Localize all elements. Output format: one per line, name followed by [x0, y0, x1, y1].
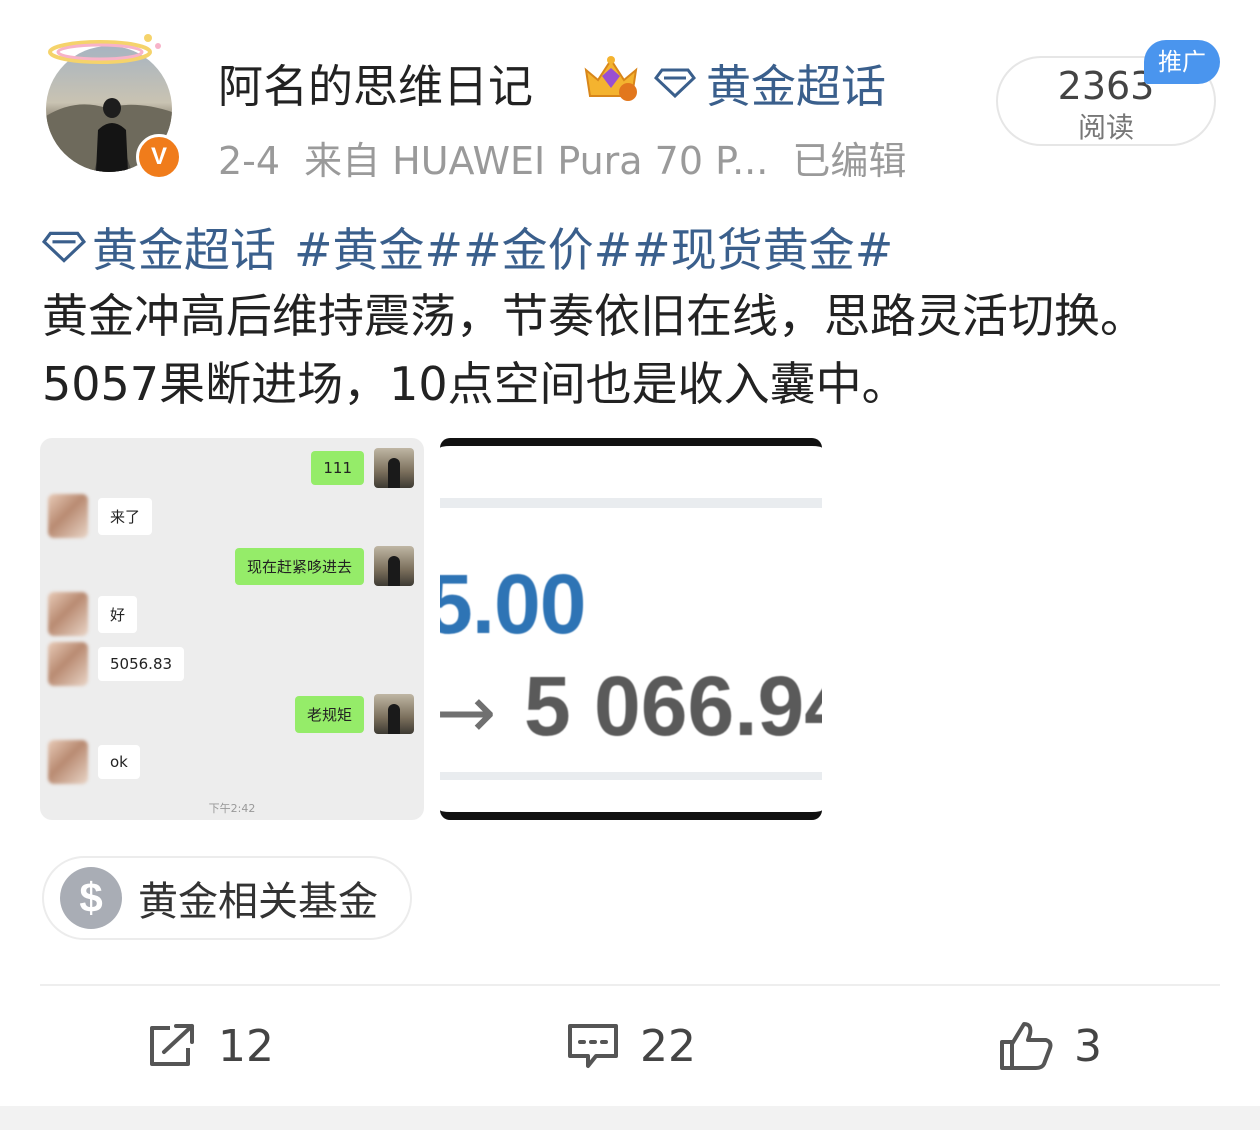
footer-separator	[0, 1106, 1260, 1130]
repost-button[interactable]: 12	[146, 1016, 274, 1076]
chat-avatar	[48, 740, 88, 784]
comment-icon	[568, 1024, 618, 1068]
old-price: 5.00	[440, 557, 586, 651]
supertopic-link[interactable]: 黄金超话	[654, 50, 886, 115]
chat-avatar	[374, 448, 414, 488]
repost-icon	[150, 1024, 194, 1066]
edited-label[interactable]: 已编辑	[792, 139, 906, 183]
supertopic-hashtag[interactable]: 黄金超话	[42, 214, 276, 280]
comment-count: 22	[640, 1020, 696, 1072]
chat-screenshot-image[interactable]: 111 来了 现在赶紧哆进去 好 5056.83 老规矩 ok 下午2:42	[40, 438, 424, 820]
hashtag-line: 黄金超话 #黄金##金价##现货黄金#	[42, 214, 893, 280]
repost-count: 12	[218, 1020, 274, 1072]
chat-bubble: 来了	[98, 497, 153, 535]
divider	[440, 772, 822, 780]
chat-timestamp: 下午2:42	[208, 802, 256, 815]
chat-bubble: ok	[98, 745, 140, 779]
chat-bubble: 5056.83	[98, 647, 185, 681]
supertopic-label: 黄金超话	[706, 60, 887, 113]
post-date: 2-4	[218, 139, 281, 183]
post-text: 黄金冲高后维持震荡，节奏依旧在线，思路灵活切换。5057果断进场，10点空间也是…	[42, 289, 1146, 411]
chat-bubble: 111	[311, 451, 364, 485]
chat-message-out: 现在赶紧哆进去	[234, 546, 414, 586]
divider	[440, 498, 822, 508]
crown-badge-icon	[584, 56, 638, 101]
verified-badge: V	[136, 134, 182, 180]
username[interactable]: 阿名的思维日记	[218, 50, 533, 115]
chat-message-in: 5056.83	[48, 642, 185, 686]
like-count: 3	[1074, 1020, 1102, 1072]
chat-avatar	[48, 642, 88, 686]
chat-bubble: 现在赶紧哆进去	[234, 547, 364, 585]
supertopic-hashtag-label: 黄金超话	[92, 223, 276, 277]
dollar-icon: $	[60, 867, 122, 929]
chat-message-in: ok	[48, 740, 140, 784]
new-price: 5 066.94	[524, 659, 822, 753]
related-fund-tag[interactable]: $ 黄金相关基金	[42, 856, 412, 940]
arrow-icon: →	[440, 670, 497, 754]
diamond-icon	[42, 231, 86, 263]
user-avatar[interactable]: V	[40, 28, 190, 180]
post-meta: 2-4 来自 HUAWEI Pura 70 P... 已编辑	[218, 130, 930, 185]
post-source: 来自 HUAWEI Pura 70 P...	[304, 139, 769, 183]
fund-tag-label: 黄金相关基金	[138, 879, 378, 925]
chat-message-out: 老规矩	[294, 694, 414, 734]
hashtags[interactable]: #黄金##金价##现货黄金#	[294, 214, 893, 280]
comment-button[interactable]: 22	[566, 1016, 696, 1076]
price-screenshot-image[interactable]: 5.00 → 5 066.94	[440, 438, 822, 820]
chat-avatar	[48, 494, 88, 538]
read-label: 阅读	[1077, 111, 1134, 144]
divider	[40, 984, 1220, 986]
chat-avatar	[374, 694, 414, 734]
chat-bubble: 好	[98, 595, 138, 633]
chat-message-in: 好	[48, 592, 138, 636]
halo-decoration-icon	[48, 34, 161, 64]
chat-bubble: 老规矩	[294, 695, 364, 733]
chat-avatar	[48, 592, 88, 636]
promo-tag: 推广	[1144, 40, 1220, 84]
diamond-icon	[654, 68, 696, 98]
thumbs-up-icon	[1000, 1022, 1053, 1070]
chat-avatar	[374, 546, 414, 586]
chat-message-out: 111	[311, 448, 414, 488]
chat-message-in: 来了	[48, 494, 153, 538]
like-button[interactable]: 3	[998, 1016, 1102, 1076]
